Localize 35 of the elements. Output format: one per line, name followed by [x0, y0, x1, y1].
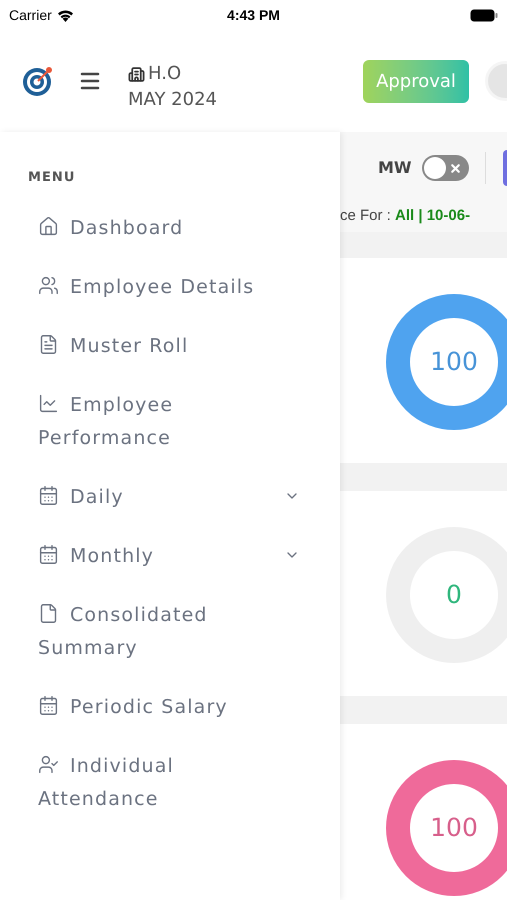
menu-item[interactable]: Employee Performance — [38, 389, 273, 455]
period-label: MAY 2024 — [128, 88, 217, 112]
filter-text: ce For : All | 10-06- — [340, 207, 470, 224]
calendar-icon — [38, 485, 59, 506]
document-icon — [38, 334, 59, 355]
menu-item[interactable]: Periodic Salary — [38, 691, 273, 724]
donut-value: 100 — [430, 812, 478, 844]
action-button[interactable] — [503, 150, 507, 186]
branch-label: H.O — [148, 62, 182, 86]
menu-item[interactable]: Employee Details — [38, 271, 273, 304]
menu-item[interactable]: Individual Attendance — [38, 750, 273, 816]
calendar-icon — [38, 544, 59, 565]
wifi-icon — [56, 8, 74, 22]
line-chart-icon — [38, 393, 59, 414]
building-icon — [128, 66, 145, 82]
clock: 4:43 PM — [227, 6, 280, 24]
menu-item[interactable]: Monthly — [38, 540, 273, 573]
home-icon — [38, 216, 59, 237]
menu-item[interactable]: Consolidated Summary — [38, 599, 273, 665]
battery-icon — [470, 8, 498, 22]
toggle-switch[interactable] — [422, 155, 469, 181]
carrier-label: Carrier — [9, 6, 52, 24]
donut-value: 100 — [430, 346, 478, 378]
menu-heading: MENU — [28, 170, 76, 185]
close-icon — [448, 162, 462, 174]
calendar-icon — [38, 695, 59, 716]
donut-value: 0 — [446, 579, 462, 612]
toggle-label: MW — [378, 157, 412, 179]
menu-item[interactable]: Dashboard — [38, 212, 273, 245]
menu-item[interactable]: Muster Roll — [38, 330, 273, 363]
file-icon — [38, 603, 59, 624]
target-logo — [22, 65, 54, 97]
user-check-icon — [38, 754, 59, 775]
menu-item[interactable]: Daily — [38, 481, 273, 514]
people-icon — [38, 275, 59, 296]
